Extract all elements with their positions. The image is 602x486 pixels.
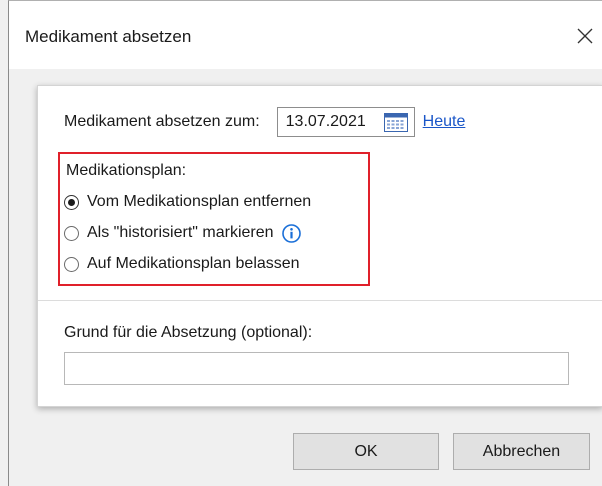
calendar-icon[interactable] [383,113,408,132]
radio-mark-historized[interactable]: Als "historisiert" markieren [64,221,301,245]
radio-label: Vom Medikationsplan entfernen [87,193,312,210]
reason-label: Grund für die Absetzung (optional): [64,324,313,341]
date-field[interactable]: 13.07.2021 [276,107,415,137]
radio-keep-on-plan[interactable]: Auf Medikationsplan belassen [64,252,300,276]
dialog-window: Medikament absetzen Medikament absetzen … [8,0,602,486]
today-link[interactable]: Heute [423,113,466,131]
date-label: Medikament absetzen zum: [64,113,260,130]
plan-title: Medikationsplan: [66,162,187,179]
window-title: Medikament absetzen [25,27,192,46]
ok-button[interactable]: OK [293,433,439,470]
content-panel: Medikament absetzen zum: 13.07.2021 Heut… [37,85,602,407]
close-button[interactable] [568,21,602,55]
radio-button-checked[interactable] [64,194,79,210]
info-icon[interactable] [281,223,301,243]
date-value: 13.07.2021 [285,113,366,130]
radio-button[interactable] [64,225,79,241]
radio-button[interactable] [64,256,79,272]
title-bar: Medikament absetzen [9,1,602,69]
radio-label: Als "historisiert" markieren [87,224,274,241]
medication-plan-group: Medikationsplan: Vom Medikationsplan ent… [58,152,370,286]
reason-input[interactable] [64,352,569,385]
radio-label: Auf Medikationsplan belassen [87,255,300,272]
date-row: Medikament absetzen zum: 13.07.2021 Heut… [64,107,465,137]
divider [38,300,602,301]
close-icon [577,28,593,44]
radio-remove-from-plan[interactable]: Vom Medikationsplan entfernen [64,190,311,214]
cancel-button[interactable]: Abbrechen [453,433,590,470]
